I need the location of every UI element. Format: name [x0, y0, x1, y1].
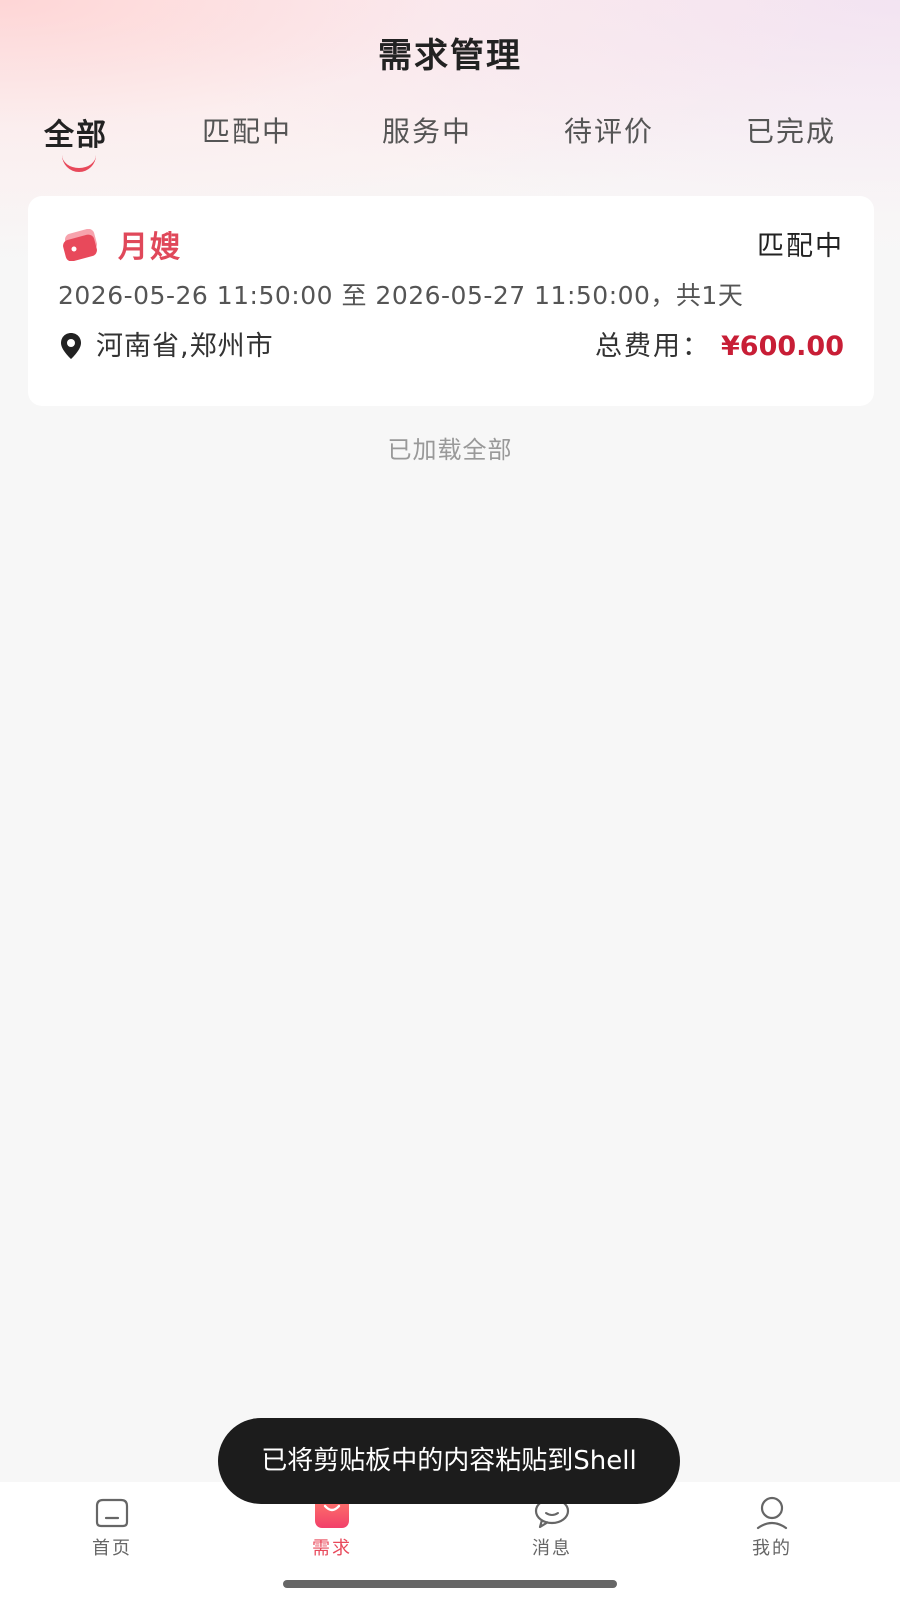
home-indicator-bar[interactable] [283, 1580, 617, 1588]
tag-icon [63, 229, 97, 261]
toast-message: 已将剪贴板中的内容粘贴到Shell [218, 1418, 680, 1504]
profile-icon [756, 1496, 788, 1530]
nav-demand[interactable]: 需求 [272, 1496, 392, 1560]
list-end-text: 已加载全部 [387, 436, 513, 464]
nav-profile-label: 我的 [752, 1538, 792, 1559]
nav-profile[interactable]: 我的 [712, 1496, 832, 1560]
tab-active-indicator [62, 154, 96, 172]
nav-home-label: 首页 [92, 1538, 132, 1559]
home-icon [95, 1498, 129, 1528]
service-date-range: 2026-05-26 11:50:00 至 2026-05-27 11:50:0… [58, 281, 744, 310]
location-pin-icon [61, 333, 81, 359]
service-location: 河南省,郑州市 [96, 331, 274, 362]
total-fee: 总费用： ¥600.00 [595, 324, 844, 363]
order-card[interactable]: 月嫂 匹配中 2026-05-26 11:50:00 至 2026-05-27 … [28, 196, 874, 406]
status-badge: 匹配中 [757, 231, 844, 262]
tab-all[interactable]: 全部 [44, 110, 108, 154]
nav-messages[interactable]: 消息 [492, 1496, 612, 1560]
tab-completed[interactable]: 已完成 [746, 110, 836, 150]
nav-home[interactable]: 首页 [52, 1496, 172, 1560]
tab-matching[interactable]: 匹配中 [202, 110, 292, 150]
tab-in-service[interactable]: 服务中 [382, 110, 472, 150]
total-fee-label: 总费用： [595, 331, 712, 362]
nav-demand-label: 需求 [312, 1538, 352, 1559]
status-tabs: 全部 匹配中 服务中 待评价 已完成 [0, 110, 900, 180]
nav-messages-label: 消息 [532, 1538, 572, 1559]
tab-pending-review[interactable]: 待评价 [564, 110, 654, 150]
page-title: 需求管理 [378, 36, 522, 76]
demand-management-screen: 需求管理 全部 匹配中 服务中 待评价 已完成 月嫂 匹配中 2026-05-2… [0, 0, 900, 1600]
service-name: 月嫂 [118, 230, 182, 265]
total-fee-value: ¥600.00 [721, 331, 844, 362]
